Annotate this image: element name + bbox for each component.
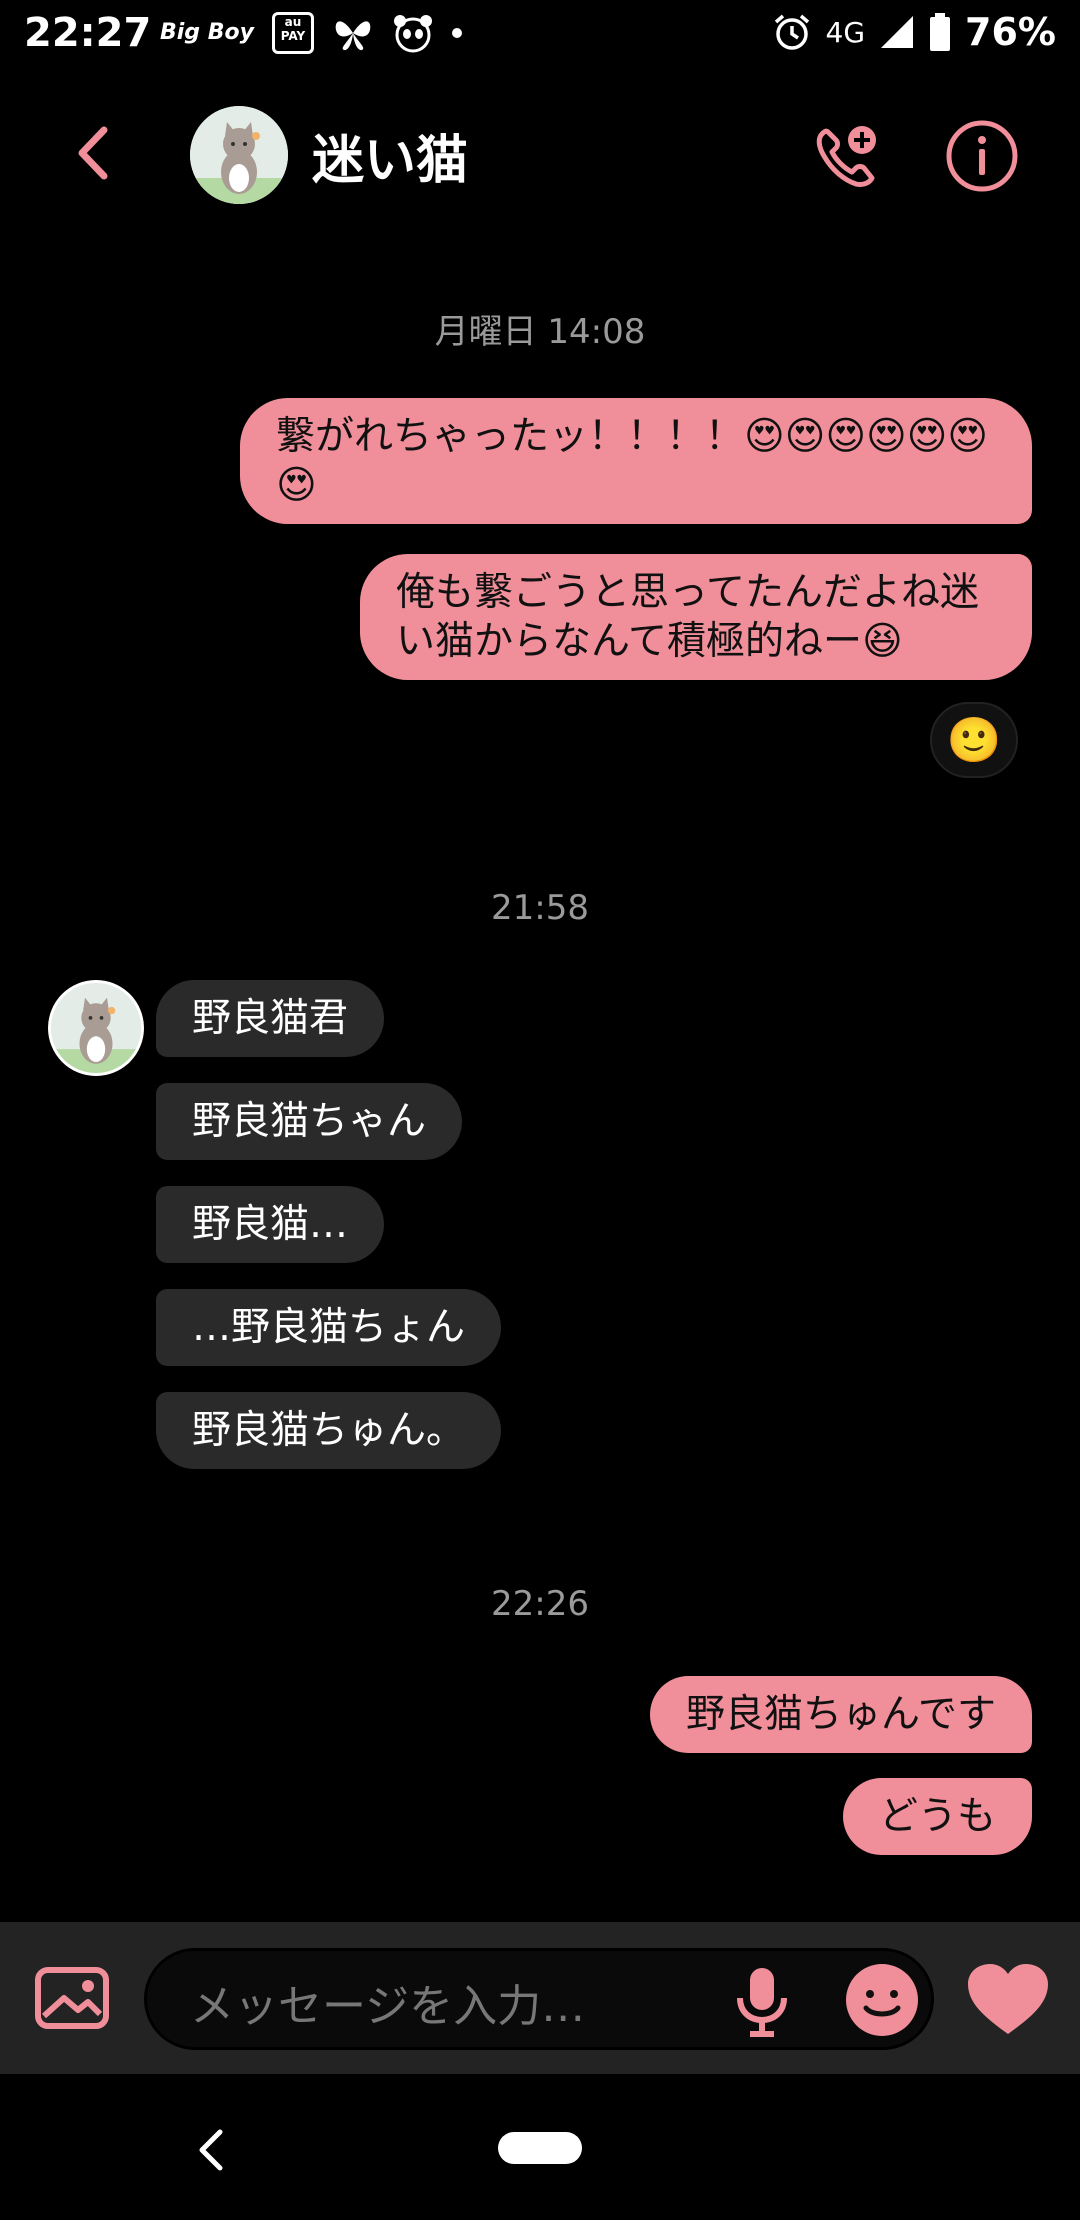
incoming-message[interactable]: 野良猫ちゅん。 [156, 1392, 502, 1469]
status-right: 4G 76% [772, 10, 1056, 54]
info-icon[interactable] [944, 118, 1020, 194]
aupay-app-icon: au PAY [271, 12, 314, 54]
back-arrow-icon[interactable] [60, 118, 130, 188]
incoming-message[interactable]: 野良猫君 [156, 980, 385, 1057]
microphone-icon[interactable] [734, 1966, 790, 2038]
butterfly-icon [335, 21, 371, 51]
outgoing-message[interactable]: 野良猫ちゅんです [649, 1676, 1032, 1753]
timestamp: 月曜日 14:08 [434, 312, 646, 352]
incoming-message[interactable]: …野良猫ちょん [156, 1289, 502, 1366]
battery-percent: 76% [965, 10, 1056, 54]
signal-icon [881, 16, 914, 48]
timestamp: 22:26 [491, 1584, 589, 1624]
notification-dot-icon [451, 28, 462, 38]
message-reaction[interactable]: 🙂 [930, 702, 1018, 778]
nav-home-pill[interactable] [498, 2132, 582, 2164]
contact-name[interactable]: 迷い猫 [312, 118, 468, 193]
outgoing-message[interactable]: 繋がれちゃったッ！！！！😍😍😍😍😍😍😍 [240, 398, 1032, 524]
battery-icon [930, 13, 951, 51]
contact-avatar[interactable] [190, 106, 288, 204]
heart-icon[interactable] [966, 1962, 1050, 2036]
sender-avatar[interactable] [48, 980, 144, 1076]
status-app-icons: Big Boy au PAY [160, 12, 462, 54]
cat-avatar-icon [190, 106, 288, 204]
network-type: 4G [825, 15, 866, 49]
gallery-icon[interactable] [34, 1966, 110, 2030]
timestamp: 21:58 [491, 888, 589, 928]
message-input-placeholder[interactable]: メッセージを入力… [190, 1970, 585, 2034]
incoming-message[interactable]: 野良猫ちゃん [156, 1083, 463, 1160]
nav-back-icon[interactable] [194, 2126, 228, 2174]
chat-header [0, 72, 1080, 242]
status-time: 22:27 [24, 10, 152, 56]
add-call-icon[interactable] [808, 120, 884, 196]
panda-icon [393, 15, 432, 53]
emoji-icon[interactable] [844, 1962, 920, 2038]
bigboy-app-icon: Big Boy [160, 20, 254, 45]
outgoing-message[interactable]: どうも [842, 1778, 1032, 1855]
incoming-message[interactable]: 野良猫… [156, 1186, 385, 1263]
alarm-icon [774, 14, 809, 50]
outgoing-message[interactable]: 俺も繋ごうと思ってたんだよね迷い猫からなんて積極的ねー😆 [360, 554, 1032, 680]
cat-avatar-icon [51, 983, 141, 1073]
